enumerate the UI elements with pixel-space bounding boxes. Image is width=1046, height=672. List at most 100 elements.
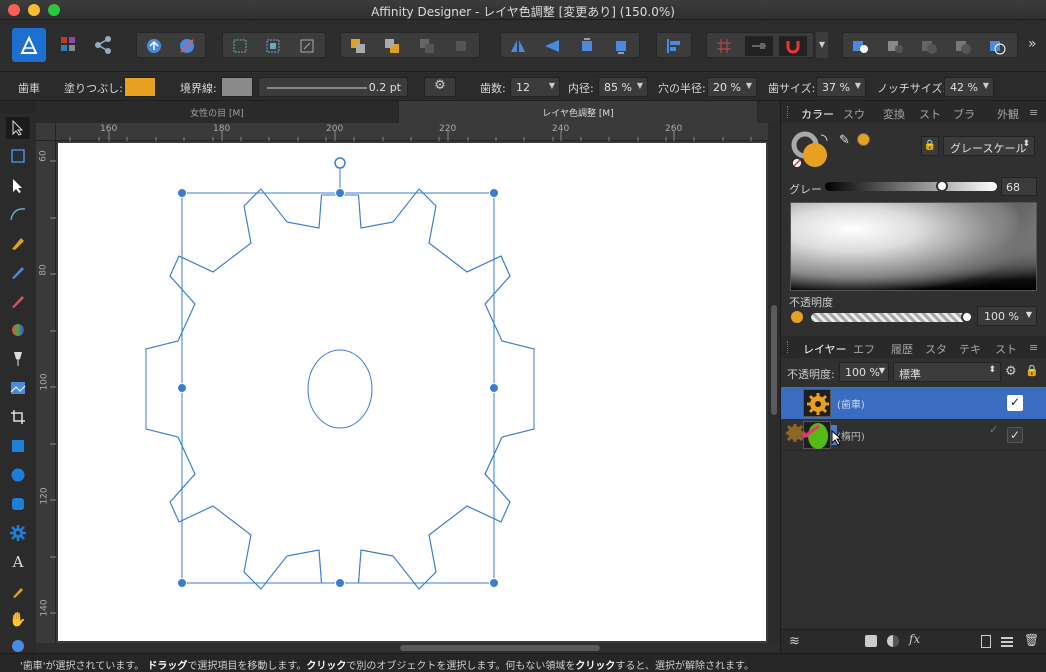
pixel-persona-icon[interactable] <box>58 34 80 56</box>
pen-tool-icon[interactable] <box>6 232 30 254</box>
select-inverse-icon[interactable] <box>259 36 287 56</box>
tab-stroke[interactable]: スト <box>919 101 941 123</box>
blend-mode-select[interactable]: 標準 ⬍ <box>893 362 1001 382</box>
crop-tool-icon[interactable] <box>6 406 30 428</box>
fill-swatch[interactable] <box>124 77 156 97</box>
gray-spectrum[interactable] <box>790 202 1037 291</box>
stroke-swatch[interactable] <box>221 77 253 97</box>
boolean-xor-icon[interactable] <box>949 36 977 56</box>
snap-guides-icon[interactable] <box>745 36 773 56</box>
lock-icon[interactable]: 🔒 <box>921 136 939 156</box>
doc-tab-1[interactable]: 女性の目 [M] <box>36 101 398 123</box>
cog-tool-icon[interactable] <box>6 522 30 544</box>
layer-lock-icon[interactable]: 🔒 <box>1025 364 1039 377</box>
doc-tab-2[interactable]: レイヤ色調整 [M] <box>399 101 757 123</box>
tab-effects[interactable]: エフ <box>853 336 875 358</box>
picked-color-swatch[interactable] <box>857 133 870 146</box>
tab-history[interactable]: 履歴 <box>891 336 913 358</box>
layer-opacity-field[interactable]: 100 % ▼ <box>839 362 889 382</box>
toolbar-overflow-icon[interactable]: » <box>1028 36 1037 52</box>
color-wells[interactable] <box>791 131 837 171</box>
layer-visibility-checkbox[interactable]: ✓ <box>1007 427 1023 443</box>
gear-artwork[interactable] <box>58 143 766 641</box>
horizontal-scroll-thumb[interactable] <box>400 645 600 651</box>
transform-icon[interactable] <box>293 36 321 56</box>
rotate-left-icon[interactable] <box>573 36 601 56</box>
opacity-slider-thumb[interactable] <box>961 311 973 323</box>
add-pixel-layer-icon[interactable] <box>1001 635 1013 647</box>
gear-settings-icon[interactable]: ⚙ <box>424 77 456 97</box>
boolean-divide-icon[interactable] <box>983 36 1011 56</box>
tab-styles[interactable]: スタ <box>925 336 947 358</box>
vertical-scroll-thumb[interactable] <box>771 305 777 415</box>
layer-row-gear[interactable]: (歯車) ✓ <box>781 387 1046 419</box>
eyedropper-tool-icon[interactable] <box>6 580 30 602</box>
vertical-scrollbar[interactable] <box>768 123 780 643</box>
hand-tool-icon[interactable]: ✋ <box>6 609 30 631</box>
layer-visibility-checkbox[interactable]: ✓ <box>1007 395 1023 411</box>
place-image-tool-icon[interactable] <box>6 377 30 399</box>
arrange-forward-icon[interactable] <box>413 36 441 56</box>
delete-layer-icon[interactable]: 🗑 <box>1024 633 1039 647</box>
adjustment-icon[interactable] <box>887 635 899 647</box>
flip-horizontal-icon[interactable] <box>504 36 532 56</box>
color-mode-select[interactable]: グレースケール ⬍ <box>943 136 1035 156</box>
export-persona-icon[interactable] <box>92 34 114 56</box>
boolean-intersect-icon[interactable] <box>915 36 943 56</box>
node-tool-icon[interactable] <box>6 175 30 197</box>
canvas[interactable] <box>56 141 768 643</box>
tab-color[interactable]: カラー <box>801 101 834 123</box>
opacity-slider[interactable] <box>811 311 973 323</box>
add-layer-icon[interactable] <box>981 635 991 648</box>
align-icon[interactable] <box>660 36 688 56</box>
ruler-origin[interactable] <box>36 123 56 141</box>
tab-swatches[interactable]: スウ <box>843 101 865 123</box>
layers-panel-menu-icon[interactable]: ≡ <box>1029 336 1038 358</box>
vector-brush-tool-icon[interactable] <box>6 290 30 312</box>
rotate-handle[interactable] <box>334 157 346 169</box>
rectangle-tool-icon[interactable] <box>6 435 30 457</box>
color-picker-icon[interactable]: ✎ <box>839 133 850 148</box>
inner-radius-field[interactable]: 85 % ▼ <box>598 77 648 97</box>
arrange-back-icon[interactable] <box>344 36 372 56</box>
tab-stock[interactable]: スト <box>995 336 1017 358</box>
arrange-backward-icon[interactable] <box>378 36 406 56</box>
stroke-width-slider[interactable]: 0.2 pt <box>258 77 408 97</box>
tab-layers[interactable]: レイヤー <box>803 336 847 358</box>
select-grid-icon[interactable] <box>226 36 254 56</box>
snapping-dropdown-icon[interactable]: ▼ <box>816 32 828 58</box>
notch-size-field[interactable]: 42 % ▼ <box>944 77 994 97</box>
gray-slider[interactable] <box>825 180 997 192</box>
pencil-tool-icon[interactable] <box>6 261 30 283</box>
tab-appearance[interactable]: 外観 <box>997 101 1019 123</box>
grid-icon[interactable] <box>710 36 738 56</box>
corner-tool-icon[interactable] <box>6 203 30 225</box>
rotate-right-icon[interactable] <box>607 36 635 56</box>
flip-vertical-icon[interactable] <box>538 36 566 56</box>
layer-row-ellipse[interactable]: (楕円) ✓ ✓ <box>781 419 1046 451</box>
rounded-rect-tool-icon[interactable] <box>6 493 30 515</box>
upload-icon[interactable] <box>140 36 168 56</box>
fx-icon[interactable]: fx <box>909 632 920 646</box>
gray-slider-thumb[interactable] <box>936 180 948 192</box>
snapping-magnet-icon[interactable] <box>779 36 807 56</box>
artboard-page[interactable] <box>58 143 766 641</box>
text-tool-icon[interactable]: A <box>6 551 30 573</box>
transparency-tool-icon[interactable] <box>6 348 30 370</box>
layer-stack-icon[interactable]: ≋ <box>789 634 800 649</box>
tooth-size-field[interactable]: 37 % ▼ <box>816 77 866 97</box>
fill-tool-icon[interactable] <box>6 319 30 341</box>
gray-value-field[interactable]: 68 <box>1001 177 1037 196</box>
designer-persona-icon[interactable] <box>12 28 46 62</box>
tab-transform[interactable]: 変換 <box>883 101 905 123</box>
teeth-field[interactable]: 12 ▼ <box>510 77 560 97</box>
move-tool-icon[interactable] <box>6 117 30 139</box>
tab-text[interactable]: テキ <box>959 336 981 358</box>
sync-off-icon[interactable] <box>173 36 201 56</box>
boolean-subtract-icon[interactable] <box>881 36 909 56</box>
mask-icon[interactable] <box>865 635 877 647</box>
artboard-tool-icon[interactable] <box>6 145 30 167</box>
opacity-field[interactable]: 100 % ▼ <box>977 306 1037 326</box>
tab-brushes[interactable]: ブラ <box>953 101 975 123</box>
arrange-front-icon[interactable] <box>447 36 475 56</box>
